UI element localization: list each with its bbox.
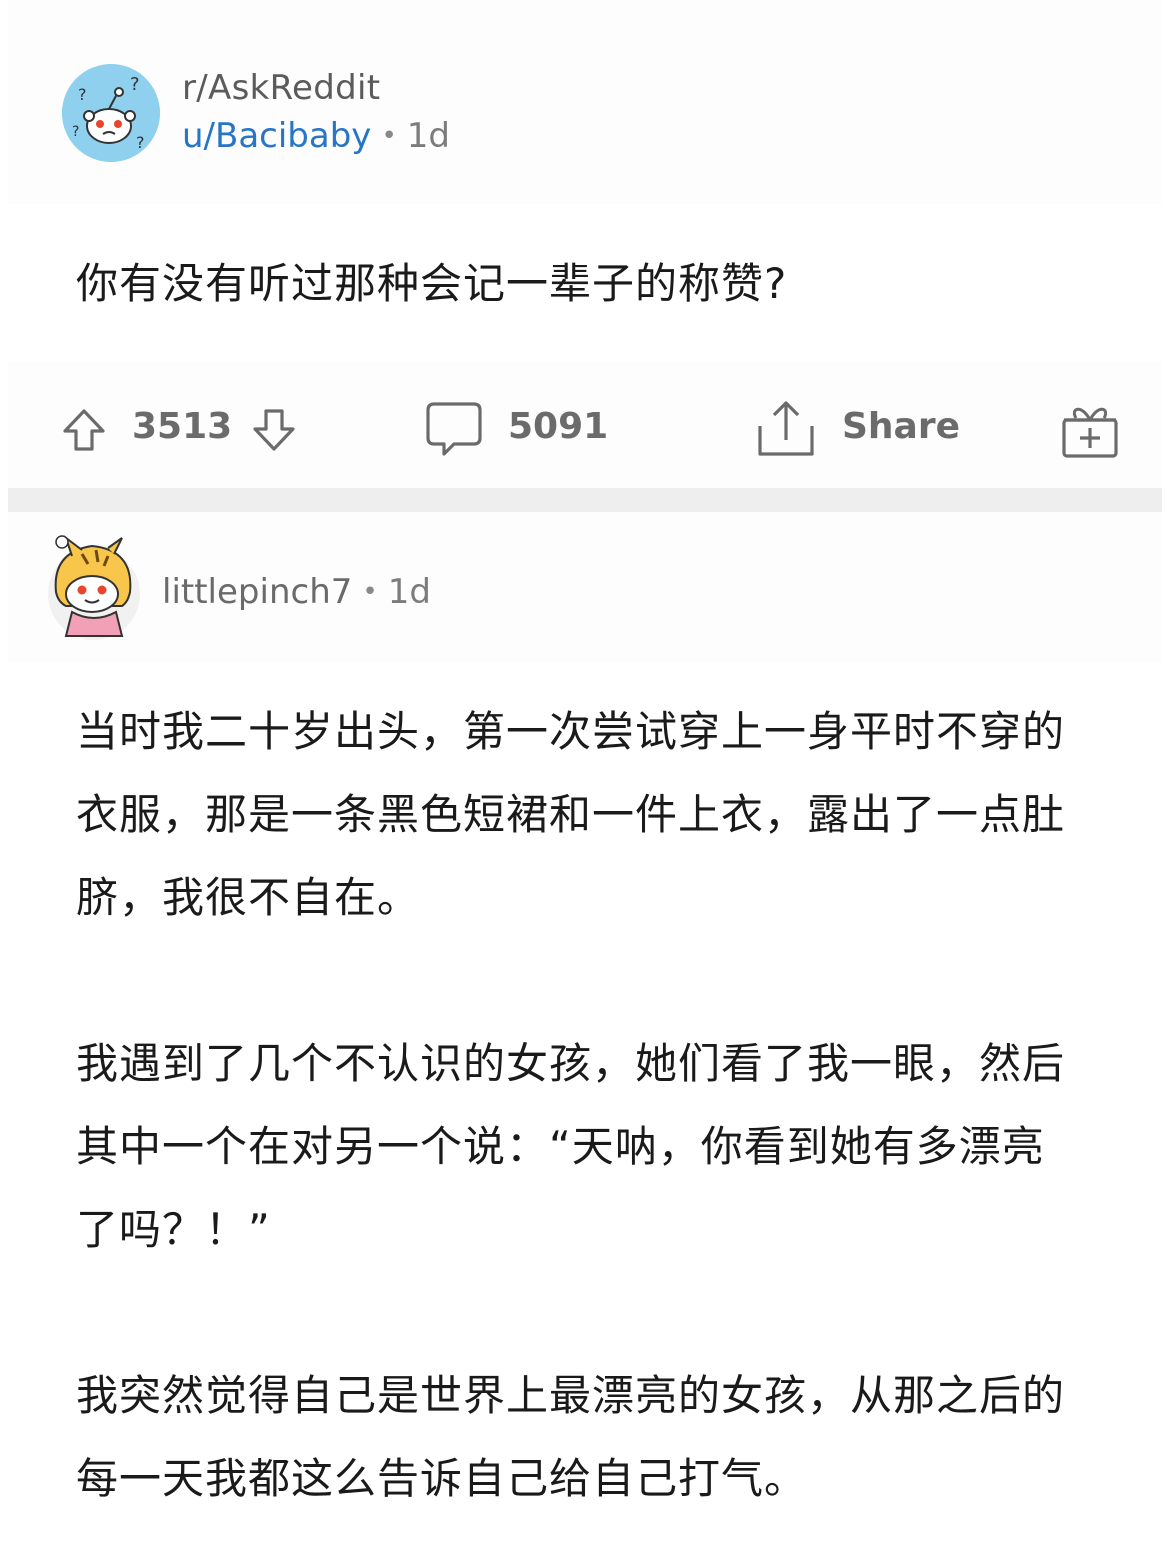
svg-text:?: ? [136,133,145,152]
post-action-bar: 3513 5091 Share [8,362,1162,488]
comment-count[interactable]: 5091 [508,406,608,447]
comment-meta: littlepinch7 • 1d [162,572,431,612]
comment-age: 1d [387,572,431,612]
comment-body: 当时我二十岁出头，第一次尝试穿上一身平时不穿的衣服，那是一条黑色短裙和一件上衣，… [76,690,1086,1560]
comment-paragraph: 我遇到了几个不认识的女孩，她们看了我一眼，然后其中一个在对另一个说：“天呐，你看… [76,1039,1066,1254]
vote-score: 3513 [132,406,233,447]
svg-text:?: ? [72,124,79,140]
subreddit-name[interactable]: r/AskReddit [182,68,380,108]
downvote-arrow-icon[interactable] [250,406,298,454]
upvote-arrow-icon[interactable] [60,406,108,454]
comment-author[interactable]: littlepinch7 [162,572,352,612]
post-title: 你有没有听过那种会记一辈子的称赞? [76,259,788,308]
comment-bubble-icon[interactable] [424,398,484,460]
section-divider [8,488,1162,512]
snoo-tiger-avatar-icon[interactable] [42,532,146,642]
svg-text:?: ? [78,85,87,104]
gift-award-icon[interactable] [1060,400,1120,460]
meta-separator: • [381,121,397,151]
snoo-question-avatar-icon[interactable]: ? ? ? ? [62,64,160,162]
share-icon[interactable] [756,398,816,460]
post-author[interactable]: u/Bacibaby [182,116,371,156]
comment-header: littlepinch7 • 1d [8,512,1162,662]
comment-paragraph: 当时我二十岁出头，第一次尝试穿上一身平时不穿的衣服，那是一条黑色短裙和一件上衣，… [76,707,1066,922]
share-label[interactable]: Share [842,406,960,447]
svg-text:?: ? [130,74,140,95]
post-header: ? ? ? ? r/AskReddit u/Bacibaby • 1d [8,0,1162,204]
comment-paragraph: 我突然觉得自己是世界上最漂亮的女孩，从那之后的每一天我都这么告诉自己给自己打气。 [76,1371,1066,1503]
meta-separator: • [362,577,378,607]
reddit-post-screen: ? ? ? ? r/AskReddit u/Bacibaby • 1d 你有没有听过… [0,0,1170,1560]
post-meta: u/Bacibaby • 1d [182,116,450,156]
post-age: 1d [406,116,450,156]
